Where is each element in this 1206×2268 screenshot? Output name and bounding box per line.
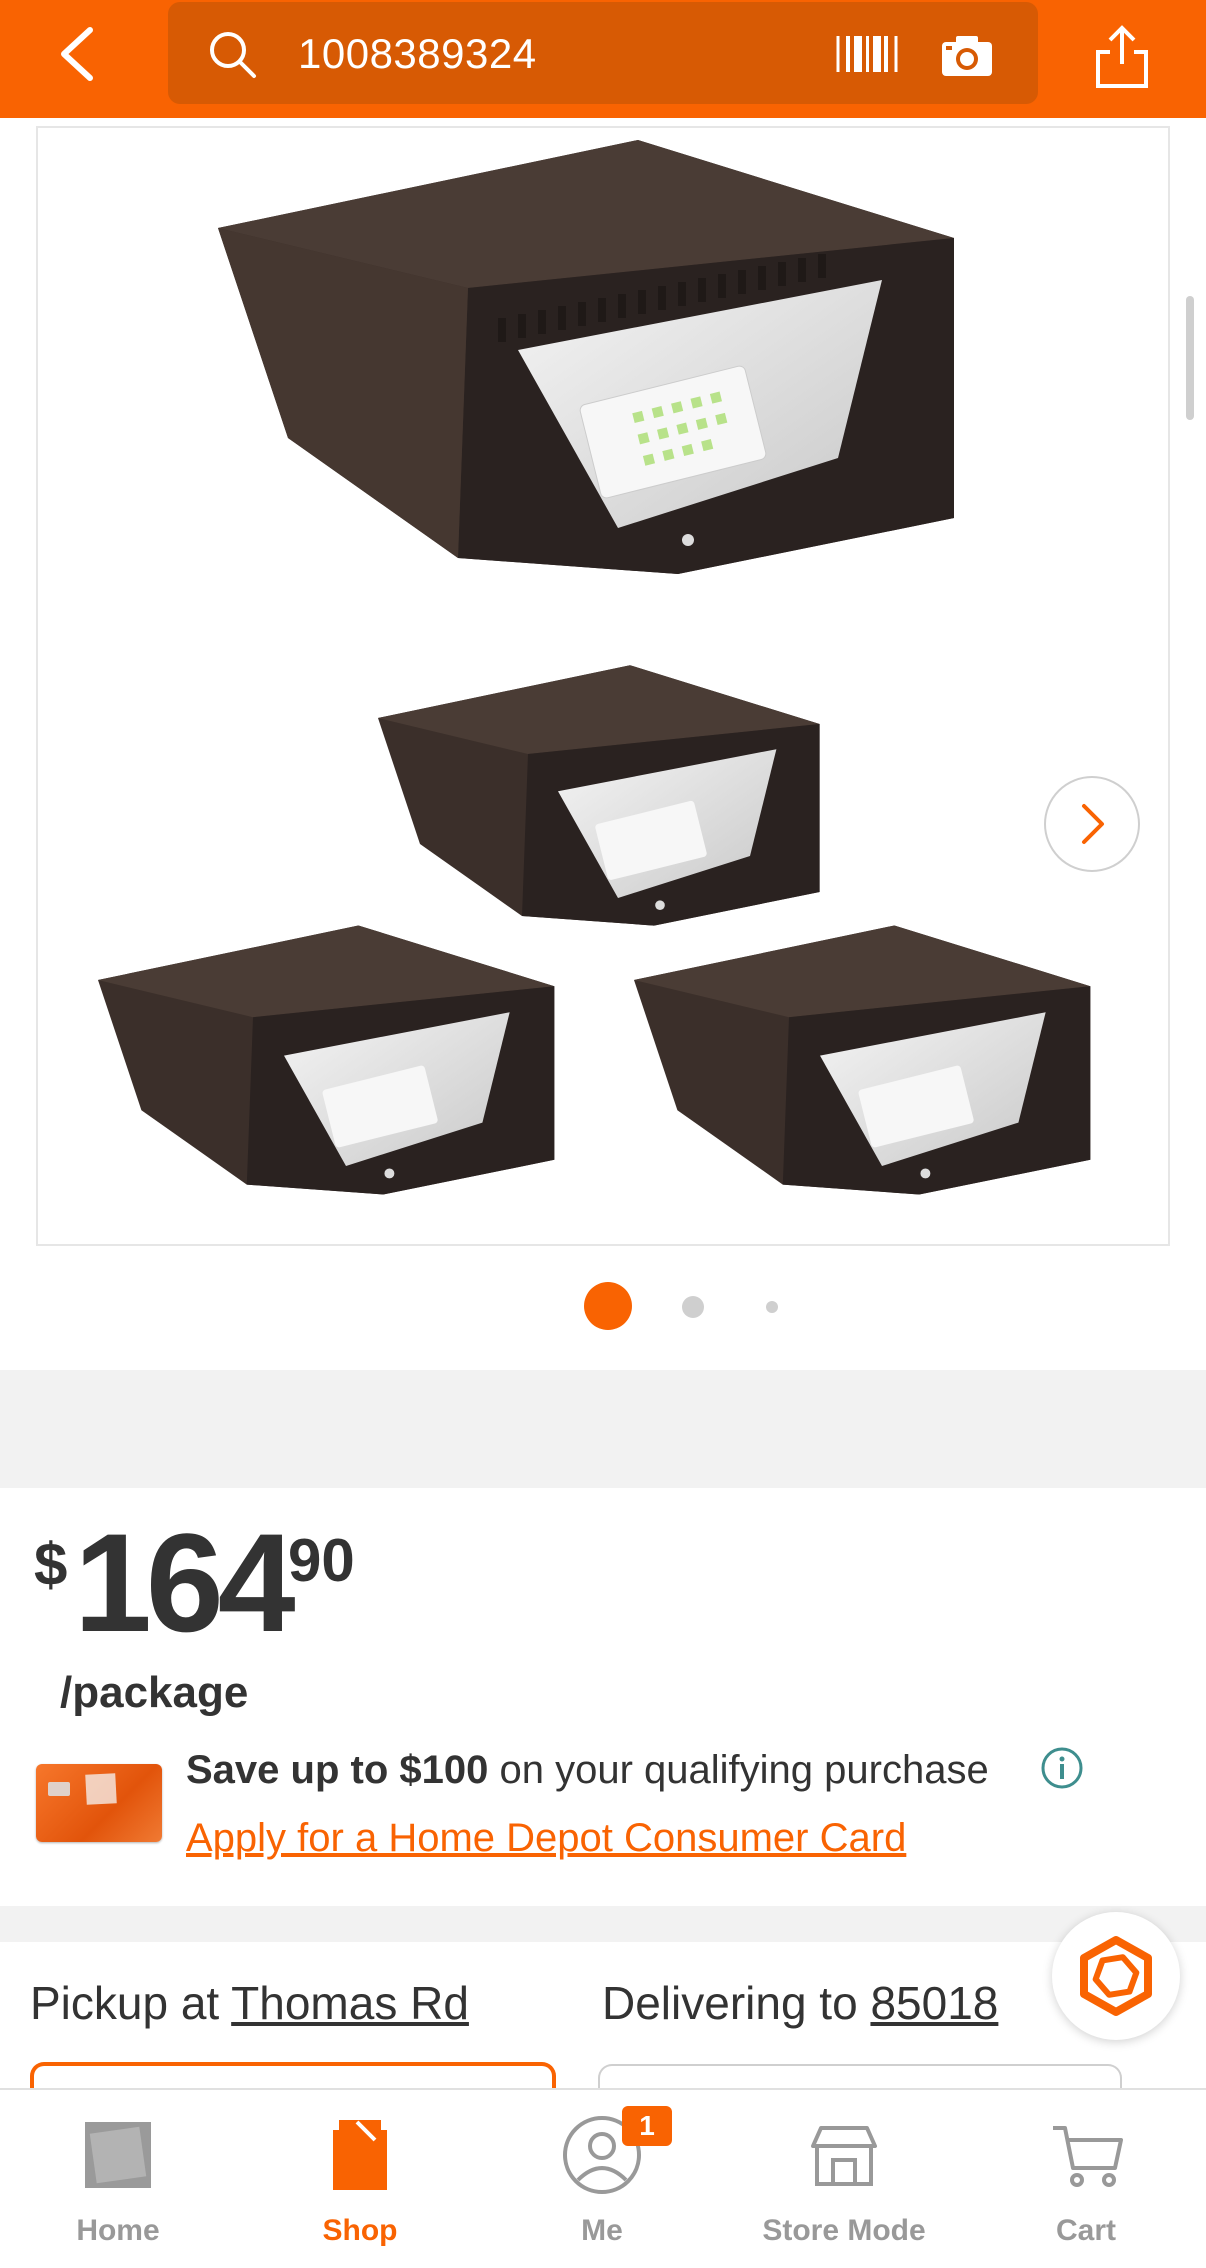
card-chip [48, 1782, 70, 1796]
next-image-button[interactable] [1044, 776, 1140, 872]
notification-badge: 1 [622, 2106, 672, 2146]
share-icon [1096, 25, 1148, 88]
search-value: 1008389324 [298, 30, 537, 77]
home-depot-logo-icon [85, 2122, 151, 2188]
back-button[interactable] [44, 18, 116, 90]
bottom-navigation: Home Shop 1 Me Store Mode Cart [0, 2088, 1206, 2268]
promo-bold: Save up to $100 [186, 1748, 489, 1792]
promo-text: Save up to $100 on your qualifying purch… [186, 1748, 989, 1793]
top-bar: 1008389324 [0, 0, 1206, 118]
carousel-dot-active[interactable] [584, 1282, 632, 1330]
assistant-button[interactable] [1052, 1912, 1180, 2040]
share-button[interactable] [1090, 22, 1154, 92]
pickup-prefix: Pickup at [30, 1977, 232, 2029]
shop-icon [333, 2120, 387, 2190]
store-icon [811, 2126, 877, 2186]
carousel-dot[interactable] [766, 1301, 778, 1313]
price-cents: 90 [288, 1527, 355, 1594]
nav-label-store-mode: Store Mode [762, 2214, 926, 2247]
nav-item-store-mode[interactable]: Store Mode [744, 2090, 944, 2268]
search-input[interactable]: 1008389324 [168, 2, 1038, 104]
home-depot-logo-icon [85, 1773, 117, 1805]
price-whole: 164 [74, 1504, 296, 1661]
section-divider [0, 1370, 1206, 1488]
nav-item-home[interactable]: Home [18, 2090, 218, 2268]
info-icon[interactable] [1040, 1746, 1084, 1790]
product-image-gallery [0, 118, 1206, 1370]
delivery-zip-link[interactable]: 85018 [870, 1977, 998, 2029]
nav-item-me[interactable]: 1 Me [502, 2090, 702, 2268]
price-currency: $ [34, 1531, 68, 1598]
section-divider [0, 1906, 1206, 1942]
hexagon-assistant-icon [1080, 1936, 1152, 2016]
barcode-icon[interactable] [836, 26, 898, 82]
price-unit: /package [60, 1668, 249, 1717]
consumer-card-image [36, 1764, 162, 1842]
cart-icon [1053, 2126, 1123, 2187]
carousel-dots [0, 1280, 1206, 1330]
search-icon [210, 32, 256, 78]
nav-label-me: Me [581, 2214, 623, 2247]
back-icon [61, 27, 93, 81]
scrollbar[interactable] [1186, 296, 1194, 420]
promo-rest: on your qualifying purchase [488, 1748, 989, 1792]
apply-card-link[interactable]: Apply for a Home Depot Consumer Card [186, 1816, 906, 1861]
nav-item-shop[interactable]: Shop [260, 2090, 460, 2268]
wall-pack-light-image [98, 140, 1091, 1195]
carousel-dot[interactable] [682, 1296, 704, 1318]
pickup-store-link[interactable]: Thomas Rd [231, 1977, 469, 2029]
pickup-store: Pickup at Thomas Rd [30, 1976, 469, 2030]
product-image[interactable] [36, 126, 1170, 1246]
nav-label-shop: Shop [322, 2214, 398, 2247]
delivery-zip: Delivering to 85018 [602, 1976, 998, 2030]
nav-item-cart[interactable]: Cart [986, 2090, 1186, 2268]
nav-label-home: Home [76, 2214, 160, 2247]
camera-icon[interactable] [938, 30, 996, 80]
delivery-prefix: Delivering to [602, 1977, 871, 2029]
chevron-right-icon [1082, 804, 1104, 844]
nav-label-cart: Cart [1055, 2214, 1116, 2247]
